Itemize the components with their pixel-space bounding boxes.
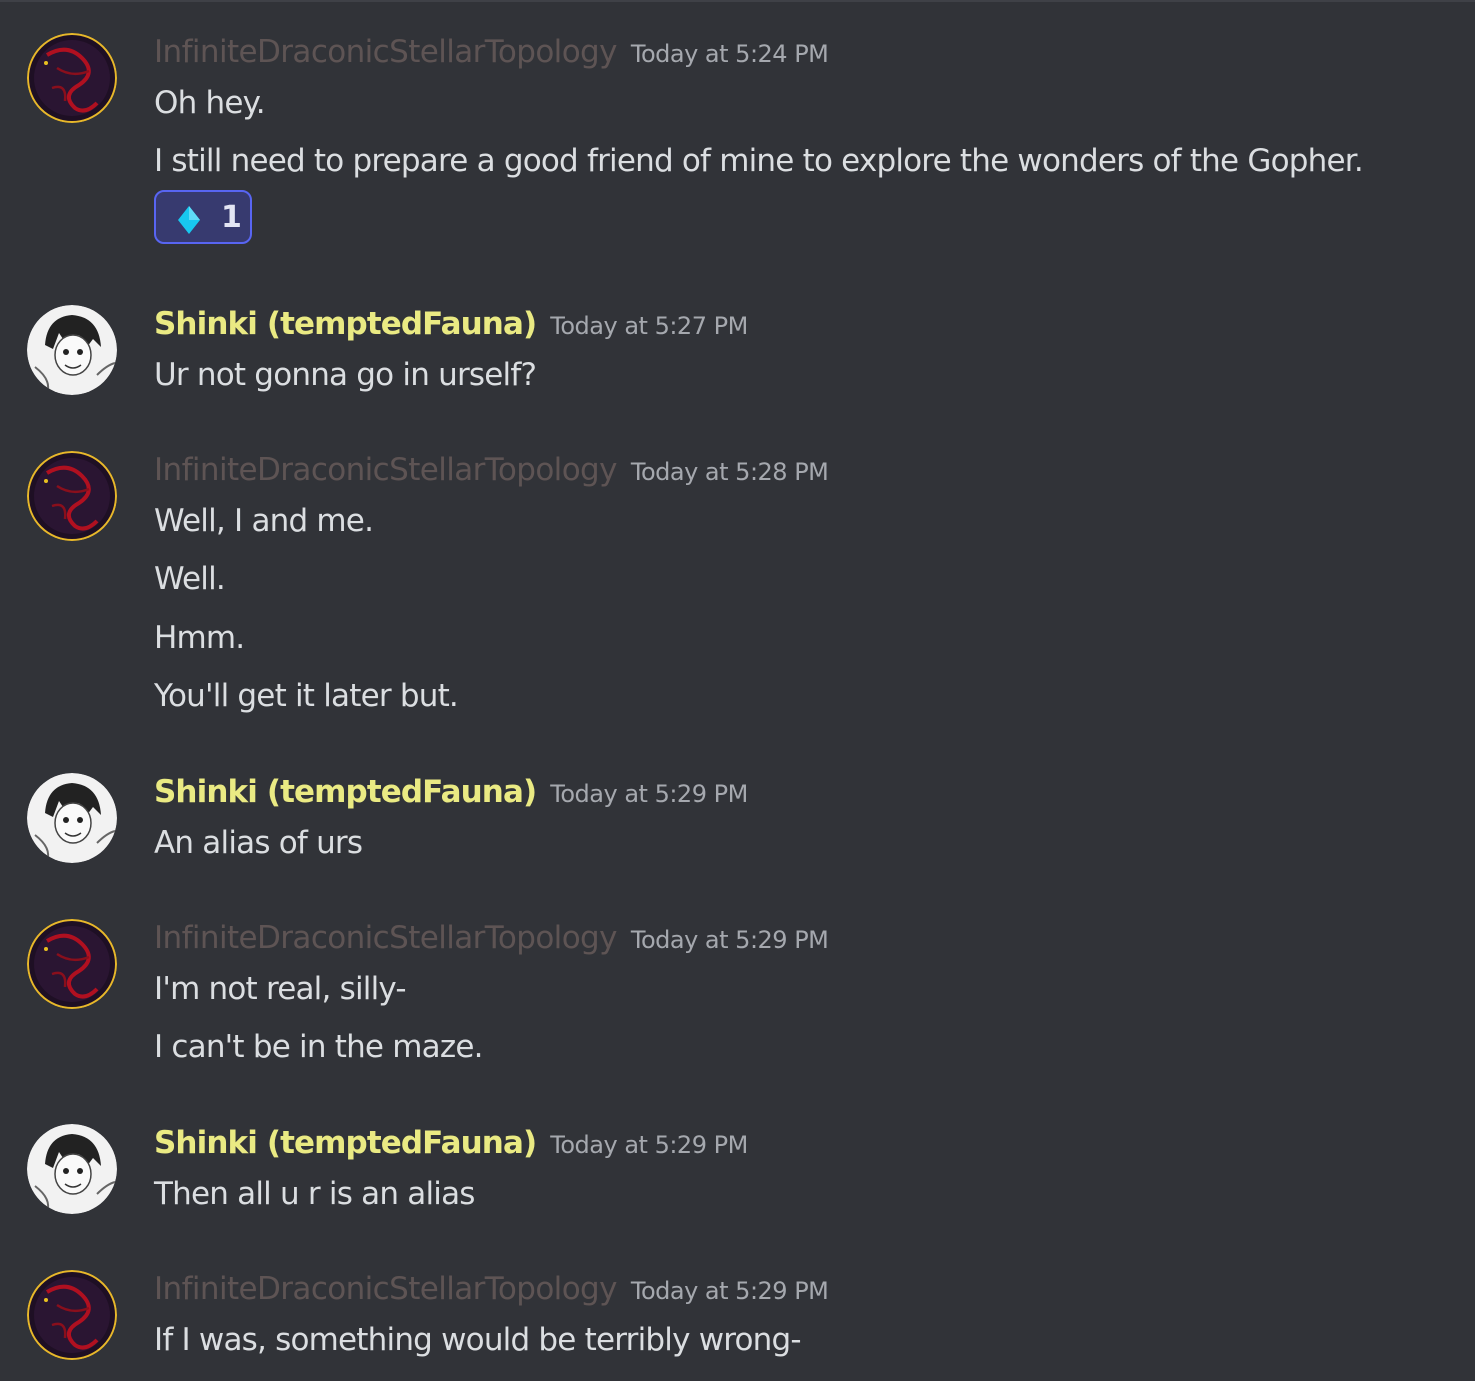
message-text: If I was, something would be terribly wr… <box>154 1322 802 1358</box>
username[interactable]: InfiniteDraconicStellarTopology <box>154 920 617 956</box>
avatar-dragon[interactable] <box>27 33 117 123</box>
username[interactable]: InfiniteDraconicStellarTopology <box>154 1271 617 1307</box>
avatar-dragon[interactable] <box>27 1270 117 1360</box>
message-text: Oh hey. <box>154 85 266 121</box>
timestamp: Today at 5:29 PM <box>630 926 829 954</box>
message-text: Well. <box>154 561 226 597</box>
message-text: I can't be in the maze. <box>154 1029 483 1065</box>
message-text: Hmm. <box>154 620 245 656</box>
username[interactable]: Shinki (temptedFauna) <box>154 774 537 810</box>
message-text: I'm not real, silly- <box>154 971 407 1007</box>
username[interactable]: Shinki (temptedFauna) <box>154 1125 537 1161</box>
message-text: An alias of urs <box>154 825 363 861</box>
message-text: Ur not gonna go in urself? <box>154 357 537 393</box>
username[interactable]: InfiniteDraconicStellarTopology <box>154 452 617 488</box>
message-text: Then all u r is an alias <box>154 1176 475 1212</box>
timestamp: Today at 5:29 PM <box>550 1131 748 1159</box>
avatar-shinki[interactable] <box>27 305 117 395</box>
top-divider <box>0 0 1475 2</box>
username[interactable]: InfiniteDraconicStellarTopology <box>154 34 617 70</box>
reaction-count: 1 <box>221 200 242 235</box>
blue-diamond-icon <box>178 206 200 238</box>
avatar-dragon[interactable] <box>27 919 117 1009</box>
timestamp: Today at 5:24 PM <box>630 40 829 68</box>
timestamp: Today at 5:29 PM <box>630 1277 829 1305</box>
reaction-button[interactable]: 1 <box>154 190 252 244</box>
avatar-shinki[interactable] <box>27 1124 117 1214</box>
avatar-shinki[interactable] <box>27 773 117 863</box>
message-text: I still need to prepare a good friend of… <box>154 143 1364 179</box>
timestamp: Today at 5:29 PM <box>550 780 748 808</box>
message-text: You'll get it later but. <box>154 678 459 714</box>
timestamp: Today at 5:28 PM <box>630 458 829 486</box>
username[interactable]: Shinki (temptedFauna) <box>154 306 537 342</box>
message-text: Well, I and me. <box>154 503 374 539</box>
avatar-dragon[interactable] <box>27 451 117 541</box>
timestamp: Today at 5:27 PM <box>550 312 748 340</box>
